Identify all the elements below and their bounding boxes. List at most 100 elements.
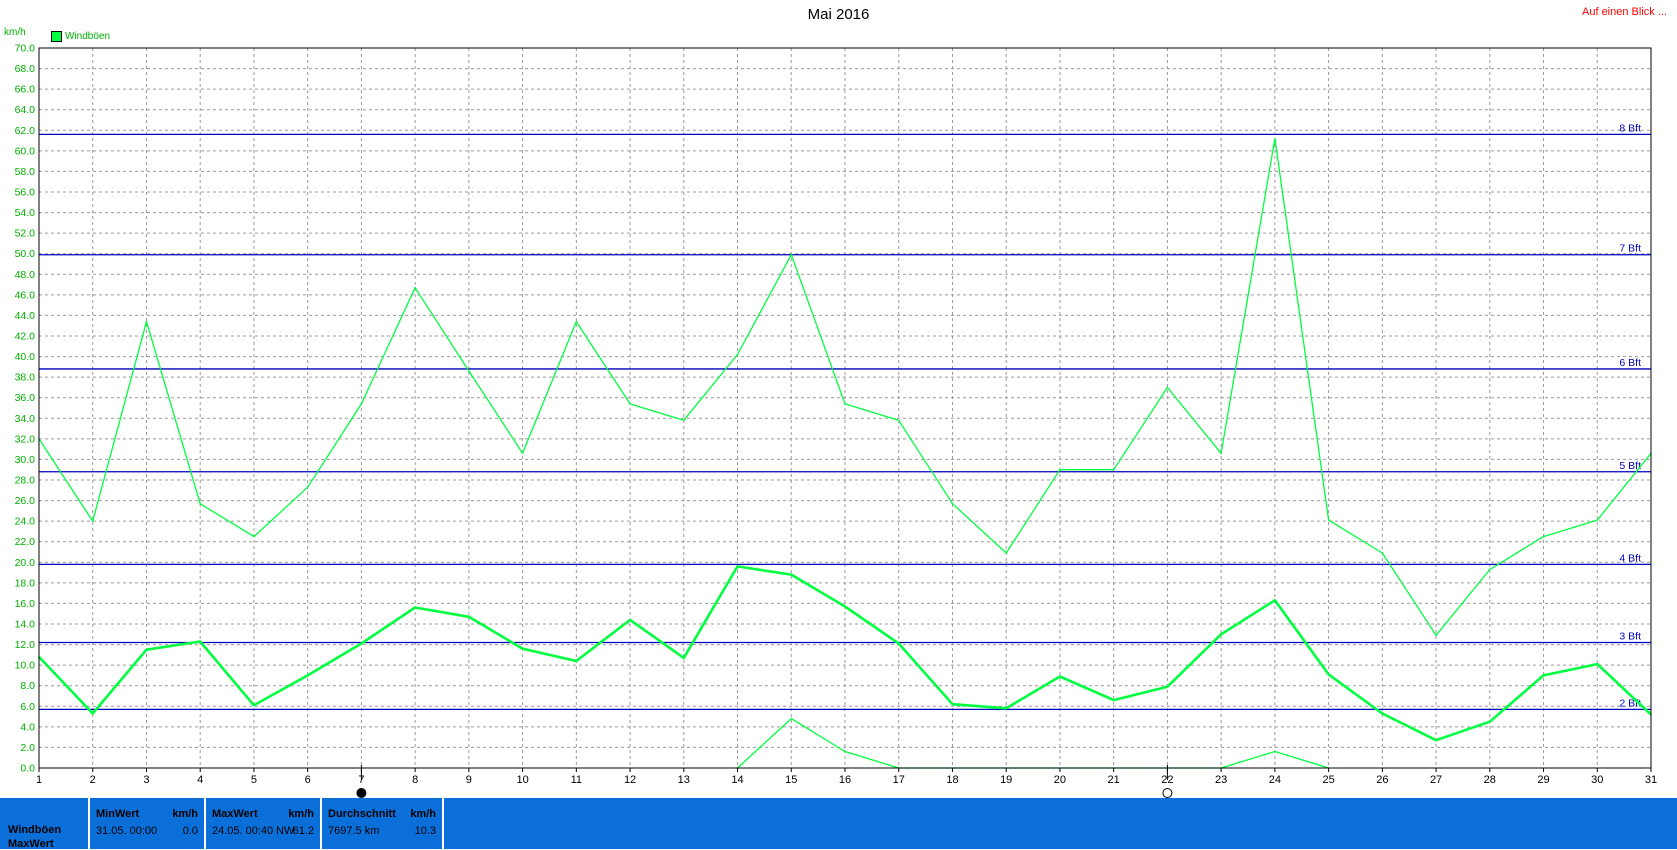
beaufort-label: 7 Bft <box>1619 243 1641 255</box>
x-tick-label: 2 <box>90 774 96 786</box>
max-date: 24.05. 00:40 <box>212 825 274 837</box>
data-point-mean <box>468 616 470 618</box>
data-point-mean <box>1381 712 1384 715</box>
data-point-max <box>199 502 201 505</box>
x-tick-label: 30 <box>1591 774 1603 786</box>
x-tick-label: 17 <box>893 774 905 786</box>
x-tick-label: 28 <box>1484 774 1496 786</box>
data-point-mean <box>1220 633 1222 636</box>
y-tick-label: 52.0 <box>15 228 36 240</box>
legend-label: Windböen <box>65 31 111 42</box>
x-tick-label: 25 <box>1322 774 1334 786</box>
y-tick-label: 4.0 <box>20 721 35 733</box>
x-tick-label: 9 <box>466 774 472 786</box>
x-tick-label: 16 <box>839 774 851 786</box>
data-point-min <box>790 717 793 720</box>
y-tick-label: 42.0 <box>15 331 36 343</box>
data-point-mean <box>683 657 685 659</box>
y-tick-label: 48.0 <box>15 269 36 281</box>
data-point-mean <box>521 647 524 650</box>
wind-gust-chart: 2 Bft3 Bft4 Bft5 Bft6 Bft7 Bft8 Bft 0.02… <box>15 43 1657 798</box>
chart-title: Mai 2016 <box>807 6 870 23</box>
moon-phase-markers <box>356 765 1173 798</box>
data-point-mean <box>897 642 900 645</box>
max-header: MaxWert <box>212 808 258 820</box>
y-tick-label: 66.0 <box>15 84 36 96</box>
y-tick-label: 12.0 <box>15 639 36 651</box>
data-point-max <box>683 419 685 422</box>
y-tick-label: 46.0 <box>15 289 36 301</box>
avg-unit: km/h <box>410 808 436 820</box>
data-point-mean <box>1489 720 1491 723</box>
data-point-max <box>736 353 739 356</box>
data-point-mean <box>575 660 578 662</box>
x-tick-label: 11 <box>571 774 582 786</box>
min-date: 31.05. 00:00 <box>96 825 158 837</box>
data-point-max <box>790 253 793 256</box>
y-tick-label: 10.0 <box>15 660 36 672</box>
data-point-max <box>951 502 954 505</box>
data-point-mean <box>91 712 94 715</box>
y-tick-label: 26.0 <box>15 495 36 507</box>
x-tick-label: 15 <box>785 774 797 786</box>
data-point-mean <box>1542 674 1545 677</box>
x-tick-label: 27 <box>1430 774 1442 786</box>
beaufort-label: 3 Bft <box>1619 631 1641 643</box>
data-point-max <box>91 520 94 522</box>
y-tick-label: 50.0 <box>15 248 36 260</box>
x-tick-label: 10 <box>516 774 528 786</box>
data-point-max <box>145 320 148 323</box>
x-tick-label: 3 <box>143 774 149 786</box>
y-tick-label: 34.0 <box>15 413 36 425</box>
avg-distance: 7697.5 km <box>328 825 380 837</box>
data-point-mean <box>199 640 201 643</box>
min-value: 0.0 <box>182 825 198 837</box>
y-tick-label: 32.0 <box>15 433 36 445</box>
x-tick-label: 13 <box>678 774 690 786</box>
data-point-mean <box>145 648 148 651</box>
data-point-min <box>1274 750 1276 753</box>
data-point-max <box>1435 634 1437 637</box>
y-tick-label: 28.0 <box>15 475 36 487</box>
beaufort-label: 6 Bft <box>1619 357 1641 369</box>
overview-link[interactable]: Auf einen Blick ... <box>1582 6 1667 18</box>
data-point-max <box>629 403 631 405</box>
data-point-mean <box>629 619 631 621</box>
y-tick-label: 64.0 <box>15 104 36 116</box>
x-tick-label: 19 <box>1000 774 1012 786</box>
data-point-mean <box>1274 599 1276 602</box>
data-point-mean <box>736 565 739 568</box>
y-tick-label: 8.0 <box>20 680 35 692</box>
new-moon-icon <box>356 788 367 798</box>
x-tick-label: 23 <box>1215 774 1227 786</box>
avg-value: 10.3 <box>414 825 436 837</box>
data-point-max <box>414 286 416 289</box>
y-axis-unit: km/h <box>4 27 26 38</box>
data-point-max <box>1542 535 1545 538</box>
y-tick-label: 20.0 <box>15 557 36 569</box>
x-tick-label: 12 <box>624 774 636 786</box>
y-tick-label: 70.0 <box>15 43 36 55</box>
y-tick-label: 68.0 <box>15 63 36 75</box>
x-tick-label: 31 <box>1645 774 1657 786</box>
x-tick-label: 1 <box>36 774 42 786</box>
min-cell: MinWert km/h 31.05. 00:00 0.0 <box>88 798 204 849</box>
row-label-maxwert: MaxWert <box>8 838 54 850</box>
data-point-max <box>1381 552 1384 554</box>
x-tick-label: 14 <box>731 774 743 786</box>
data-point-mean <box>414 606 416 609</box>
data-point-max <box>897 419 900 422</box>
x-tick-label: 29 <box>1537 774 1549 786</box>
data-point-max <box>575 320 578 323</box>
min-unit: km/h <box>172 808 198 820</box>
min-header: MinWert <box>96 808 140 820</box>
x-tick-label: 5 <box>251 774 257 786</box>
beaufort-label: 4 Bft <box>1619 552 1641 564</box>
x-tick-label: 21 <box>1108 774 1120 786</box>
data-point-mean <box>844 605 846 608</box>
data-point-max <box>844 403 846 405</box>
x-tick-label: 26 <box>1376 774 1388 786</box>
x-tick-label: 6 <box>305 774 311 786</box>
y-tick-label: 14.0 <box>15 619 36 631</box>
y-tick-label: 6.0 <box>20 701 35 713</box>
